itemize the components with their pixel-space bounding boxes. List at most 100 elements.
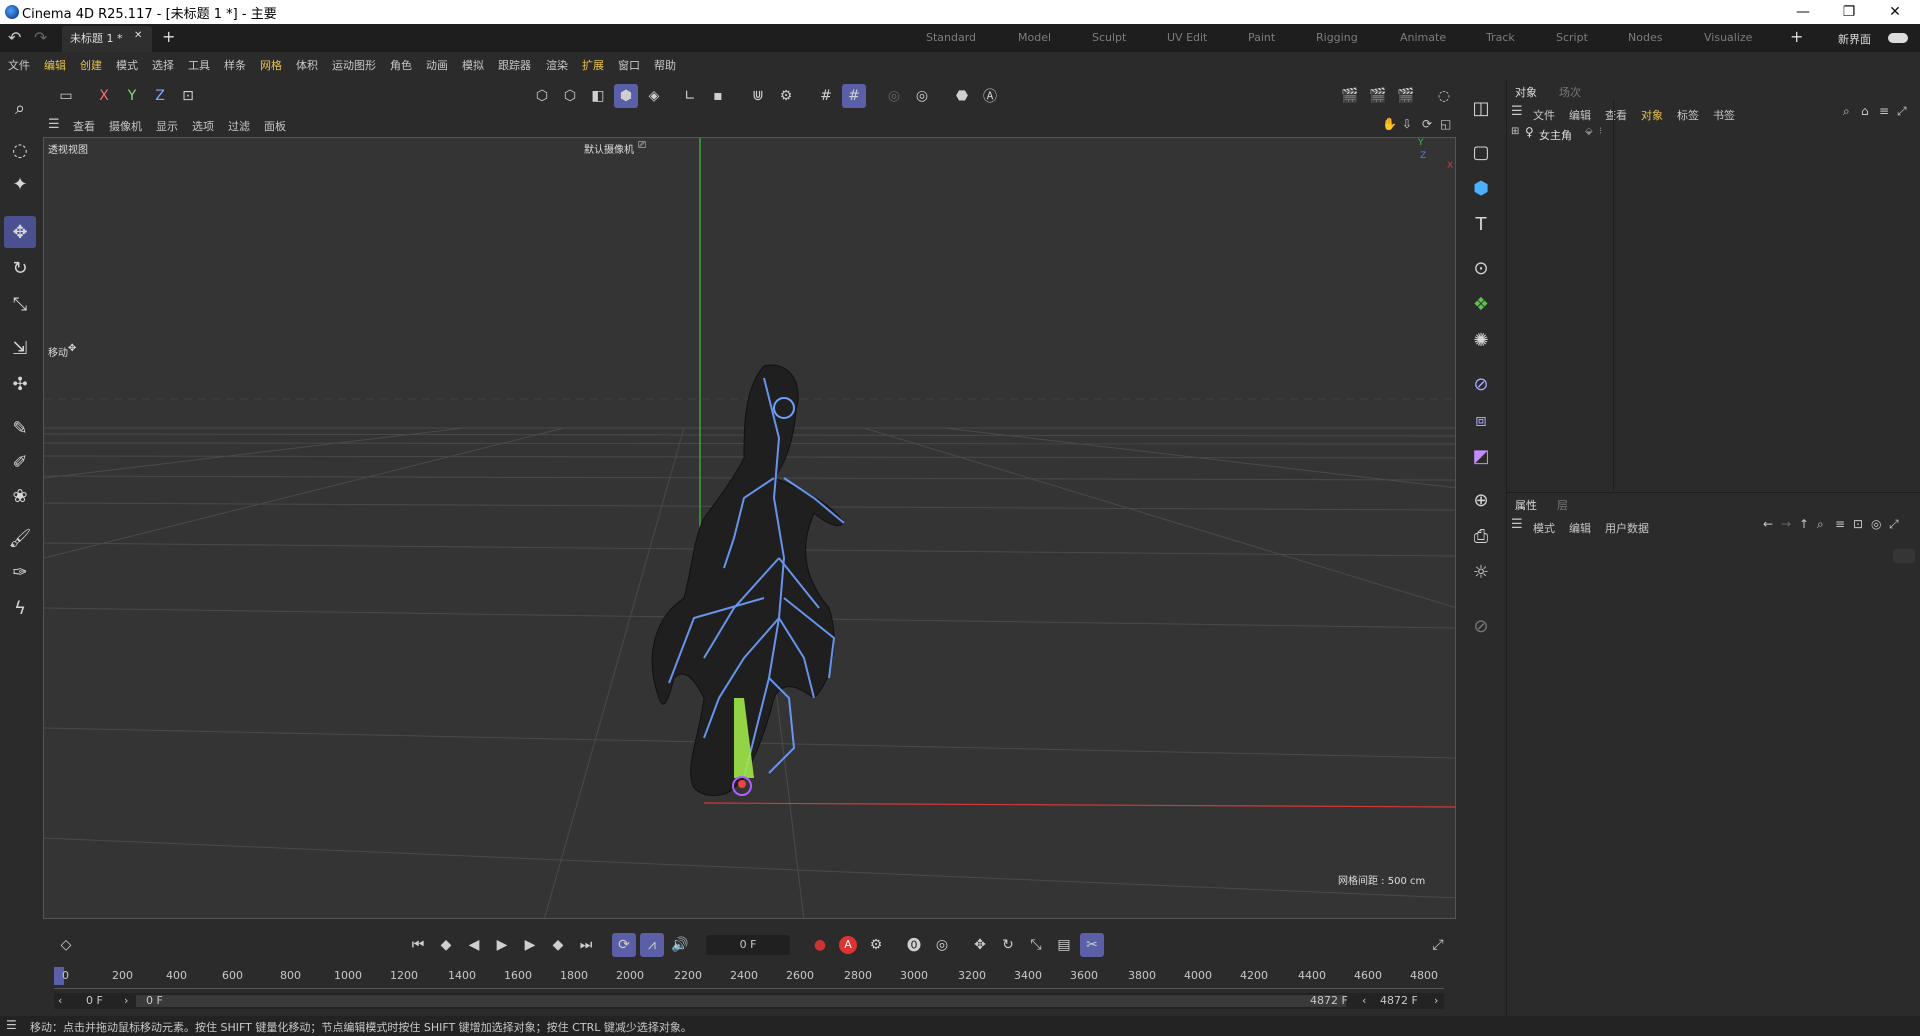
toggle-switch[interactable] <box>1888 33 1908 43</box>
environment-icon[interactable]: ⊕ <box>1465 484 1497 516</box>
menu-create[interactable]: 创建 <box>80 57 102 73</box>
viewport-menu-panel[interactable]: 面板 <box>264 118 286 134</box>
sound-icon[interactable]: 🔊 <box>668 933 692 957</box>
brush-icon[interactable]: 🖌 <box>4 522 36 554</box>
tab-objects[interactable]: 对象 <box>1515 84 1537 100</box>
previous-frame-icon[interactable]: ◀ <box>462 933 486 957</box>
polygons-mode-icon[interactable]: ◧ <box>586 84 610 108</box>
key-position-icon[interactable]: ⓿ <box>902 933 926 957</box>
autokey-button[interactable]: A <box>836 933 860 957</box>
menu-tracker[interactable]: 跟踪器 <box>498 57 531 73</box>
key-scale-icon[interactable]: ⤡ <box>1024 933 1048 957</box>
om-menu-tags[interactable]: 标签 <box>1677 107 1699 123</box>
om-menu-bookmarks[interactable]: 书签 <box>1713 107 1735 123</box>
menu-mode[interactable]: 模式 <box>116 57 138 73</box>
perspective-viewport[interactable]: 透视视图 默认摄像机 ⎚ 移动 ✥ 网格间距 : 500 cm Y Z X <box>43 137 1456 919</box>
dolly-view-icon[interactable]: ⇩ <box>1402 117 1412 131</box>
subdivision-icon[interactable]: ⊙ <box>1465 252 1497 284</box>
layout-paint[interactable]: Paint <box>1248 31 1275 44</box>
model-mode-icon[interactable]: ⬢ <box>614 84 638 108</box>
hamburger-menu-icon[interactable]: ☰ <box>1511 104 1523 119</box>
tab-layers[interactable]: 层 <box>1557 497 1568 513</box>
menu-spline[interactable]: 样条 <box>224 57 246 73</box>
om-menu-object[interactable]: 对象 <box>1641 107 1663 123</box>
om-menu-file[interactable]: 文件 <box>1533 107 1555 123</box>
menu-select[interactable]: 选择 <box>152 57 174 73</box>
live-selection-icon[interactable]: ◌ <box>4 134 36 166</box>
menu-render[interactable]: 渲染 <box>546 57 568 73</box>
hamburger-menu-icon[interactable]: ☰ <box>6 1018 17 1032</box>
back-arrow-icon[interactable]: ← <box>1763 517 1773 531</box>
menu-character[interactable]: 角色 <box>390 57 412 73</box>
viewport-menu-filter[interactable]: 过滤 <box>228 118 250 134</box>
range-start-arrow-icon[interactable]: › <box>124 994 128 1007</box>
magnet-icon[interactable]: ⋓ <box>746 84 770 108</box>
menu-window[interactable]: 窗口 <box>618 57 640 73</box>
range-end-arrow-icon[interactable]: ‹ <box>1362 994 1366 1007</box>
record-icon[interactable]: ● <box>808 933 832 957</box>
object-manager-icon[interactable]: ◫ <box>1465 92 1497 124</box>
om-menu-edit[interactable]: 编辑 <box>1569 107 1591 123</box>
layout-sculpt[interactable]: Sculpt <box>1092 31 1126 44</box>
range-left-arrow-icon[interactable]: ‹ <box>58 994 62 1007</box>
go-to-start-icon[interactable]: ⏮ <box>406 933 430 957</box>
loop-icon[interactable]: ⟳ <box>612 933 636 957</box>
key-rotation-icon[interactable]: ◎ <box>930 933 954 957</box>
add-tab-button[interactable]: + <box>162 27 175 46</box>
spline-sketch-icon[interactable]: ✐ <box>4 446 36 478</box>
scale-tool-icon[interactable]: ⤡ <box>4 288 36 320</box>
menu-mograph[interactable]: 运动图形 <box>332 57 376 73</box>
points-mode-icon[interactable]: ⬡ <box>530 84 554 108</box>
layout-nodes[interactable]: Nodes <box>1628 31 1662 44</box>
am-menu-user-data[interactable]: 用户数据 <box>1605 520 1649 536</box>
go-to-end-icon[interactable]: ⏭ <box>574 933 598 957</box>
rotate-tool-icon[interactable]: ↻ <box>4 252 36 284</box>
render-settings-icon[interactable]: 🎬 <box>1394 84 1418 108</box>
workplane-icon[interactable]: ◎ <box>882 84 906 108</box>
new-ui-label[interactable]: 新界面 <box>1838 31 1871 47</box>
hamburger-menu-icon[interactable]: ☰ <box>1511 517 1523 532</box>
visibility-dots-icon[interactable]: ⁝ <box>1599 126 1602 137</box>
key-rotate-icon[interactable]: ↻ <box>996 933 1020 957</box>
layout-animate[interactable]: Animate <box>1400 31 1446 44</box>
transfer-tool-icon[interactable]: ⇲ <box>4 332 36 364</box>
layout-track[interactable]: Track <box>1486 31 1515 44</box>
gear-icon[interactable]: ⚙ <box>774 84 798 108</box>
menu-extensions[interactable]: 扩展 <box>582 57 604 73</box>
undo-history-icon[interactable]: ▭ <box>54 84 78 108</box>
lock-x-axis-button[interactable]: X <box>92 84 116 108</box>
restore-button[interactable]: ❐ <box>1826 0 1872 24</box>
add-layout-button[interactable]: + <box>1790 27 1803 46</box>
menu-tools[interactable]: 工具 <box>188 57 210 73</box>
playback-rate-icon[interactable]: ⩘ <box>640 933 664 957</box>
list-item[interactable]: ⊞ ♀ 女主角 ⬙ ⁝ <box>1507 124 1919 144</box>
om-menu-view[interactable]: 查看 <box>1605 107 1627 123</box>
range-slider[interactable] <box>136 995 1346 1007</box>
menu-simulate[interactable]: 模拟 <box>462 57 484 73</box>
menu-edit[interactable]: 编辑 <box>44 57 66 73</box>
render-view-icon[interactable]: 🎬 <box>1338 84 1362 108</box>
undo-icon[interactable]: ↶ <box>8 28 21 47</box>
keyframe-icon[interactable]: ◇ <box>54 933 78 957</box>
quantize-icon[interactable]: ◎ <box>910 84 934 108</box>
pan-view-icon[interactable]: ✋ <box>1382 117 1397 131</box>
new-window-icon[interactable]: ⤢ <box>1897 104 1907 119</box>
next-frame-icon[interactable]: ▶ <box>518 933 542 957</box>
field-icon[interactable]: ◩ <box>1465 440 1497 472</box>
search-icon[interactable]: ⌕ <box>1817 517 1824 532</box>
camera-object-icon[interactable]: ⎙ <box>1465 520 1497 552</box>
layout-script[interactable]: Script <box>1556 31 1588 44</box>
menu-file[interactable]: 文件 <box>8 57 30 73</box>
light-icon[interactable]: ☼ <box>1465 556 1497 588</box>
texture-mode-icon[interactable]: ◈ <box>642 84 666 108</box>
filter-icon[interactable]: ≡ <box>1835 517 1845 531</box>
search-icon[interactable]: ⌕ <box>4 92 36 124</box>
snap-enable-icon[interactable]: # <box>842 84 866 108</box>
previous-key-icon[interactable]: ◆ <box>434 933 458 957</box>
new-window-icon[interactable]: ⤢ <box>1889 517 1899 532</box>
menu-volume[interactable]: 体积 <box>296 57 318 73</box>
twist-icon[interactable]: ϟ <box>4 592 36 624</box>
move-tool-icon[interactable]: ✥ <box>4 216 36 248</box>
axis-mode-icon[interactable]: ∟ <box>678 84 702 108</box>
layout-standard[interactable]: Standard <box>926 31 976 44</box>
